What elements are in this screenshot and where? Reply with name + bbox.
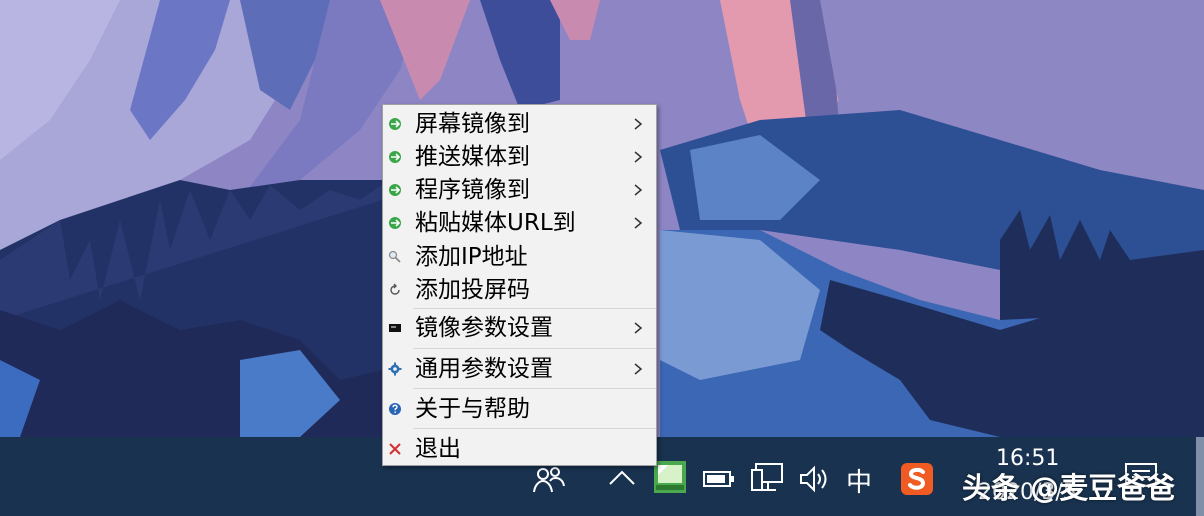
menu-item-label: 粘贴媒体URL到 <box>415 210 576 236</box>
sogou-input-icon[interactable] <box>900 462 934 496</box>
tray-context-menu: 屏幕镜像到 推送媒体到 程序镜像到 粘贴媒体URL到 添加IP地址 添加投屏码 … <box>382 104 657 466</box>
show-hidden-icons-chevron[interactable] <box>607 468 637 488</box>
volume-icon[interactable] <box>798 464 832 494</box>
cast-icon <box>389 217 401 229</box>
chevron-right-icon <box>634 217 643 229</box>
menu-item-add-ip[interactable]: 添加IP地址 <box>383 241 656 273</box>
ime-language-indicator[interactable]: 中 <box>846 462 872 499</box>
chevron-right-icon <box>634 184 643 196</box>
watermark: 头条 @麦豆爸爸 <box>962 471 1176 505</box>
gear-icon <box>388 362 402 376</box>
menu-item-label: 添加投屏码 <box>415 277 530 303</box>
menu-separator <box>413 388 656 389</box>
magnifier-icon <box>388 250 401 263</box>
battery-icon[interactable] <box>703 470 735 488</box>
menu-item-paste-media-url[interactable]: 粘贴媒体URL到 <box>383 207 656 239</box>
chevron-right-icon <box>634 363 643 375</box>
chevron-right-icon <box>634 322 643 334</box>
menu-item-mirror-app[interactable]: 程序镜像到 <box>383 174 656 206</box>
menu-item-label: 通用参数设置 <box>415 356 553 382</box>
chevron-right-icon <box>634 151 643 163</box>
menu-item-push-media[interactable]: 推送媒体到 <box>383 141 656 173</box>
close-icon <box>389 443 401 455</box>
menu-item-mirror-screen[interactable]: 屏幕镜像到 <box>383 108 656 140</box>
menu-item-label: 镜像参数设置 <box>415 315 553 341</box>
menu-item-about-help[interactable]: 关于与帮助 <box>383 393 656 425</box>
menu-separator <box>413 308 656 309</box>
help-icon <box>389 403 401 415</box>
menu-item-label: 退出 <box>415 436 461 462</box>
menu-separator <box>413 428 656 429</box>
refresh-icon <box>390 283 400 295</box>
menu-item-label: 推送媒体到 <box>415 144 530 170</box>
menu-separator <box>413 348 656 349</box>
menu-item-label: 程序镜像到 <box>415 177 530 203</box>
cast-icon <box>389 184 401 196</box>
menu-item-add-cast-code[interactable]: 添加投屏码 <box>383 274 656 306</box>
menu-item-exit[interactable]: 退出 <box>383 433 656 465</box>
menu-item-label: 添加IP地址 <box>415 244 528 270</box>
cast-icon <box>389 151 401 163</box>
chevron-right-icon <box>634 118 643 130</box>
cast-app-tray-icon[interactable] <box>653 460 687 494</box>
monitor-icon <box>389 324 401 332</box>
people-icon[interactable] <box>532 464 566 494</box>
menu-item-label: 关于与帮助 <box>415 396 530 422</box>
cast-icon <box>389 118 401 130</box>
show-desktop-button[interactable] <box>1196 437 1204 516</box>
network-icon[interactable] <box>750 462 784 494</box>
menu-item-label: 屏幕镜像到 <box>415 111 530 137</box>
menu-item-mirror-settings[interactable]: 镜像参数设置 <box>383 312 656 344</box>
menu-item-general-settings[interactable]: 通用参数设置 <box>383 353 656 385</box>
